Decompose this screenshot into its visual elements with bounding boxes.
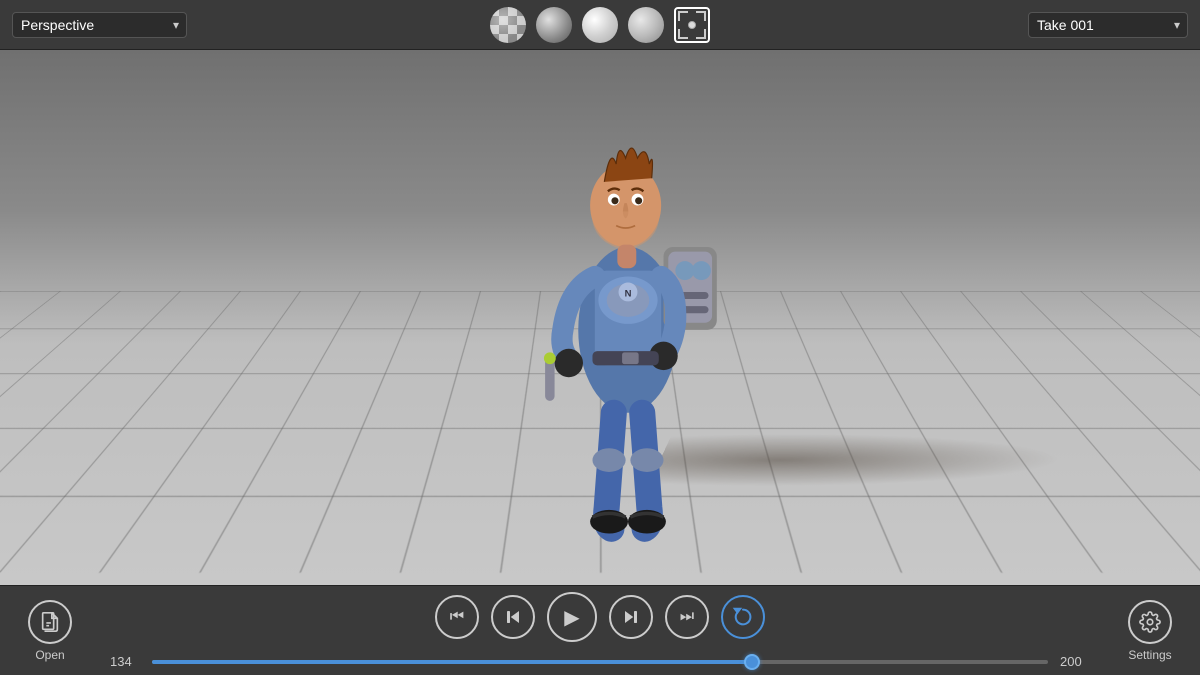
take-select-wrapper[interactable]: Take 001 Take 002 Take 003 xyxy=(1028,12,1188,38)
take-select[interactable]: Take 001 Take 002 Take 003 xyxy=(1028,12,1188,38)
open-icon xyxy=(28,600,72,644)
skip-to-start-button[interactable]: ⏮ xyxy=(435,595,479,639)
open-label: Open xyxy=(35,648,64,662)
checkerboard-sphere-btn[interactable] xyxy=(490,7,526,43)
gear-icon xyxy=(1139,611,1161,633)
settings-icon xyxy=(1128,600,1172,644)
top-toolbar: Perspective Front Back Left Right Top Bo… xyxy=(0,0,1200,50)
character-svg: N xyxy=(488,93,768,543)
character-container: N xyxy=(488,93,768,543)
timeline-track[interactable] xyxy=(152,660,1048,664)
timeline-fill xyxy=(152,660,752,664)
bottom-controls: Open ⏮ ▶ ⏭ xyxy=(0,585,1200,675)
perspective-select[interactable]: Perspective Front Back Left Right Top Bo… xyxy=(12,12,187,38)
timeline-thumb[interactable] xyxy=(744,654,760,670)
document-icon xyxy=(39,611,61,633)
svg-text:N: N xyxy=(625,288,632,299)
loop-button[interactable] xyxy=(721,595,765,639)
play-button[interactable]: ▶ xyxy=(547,592,597,642)
step-forward-frame-button[interactable] xyxy=(609,595,653,639)
settings-button[interactable]: Settings xyxy=(1120,600,1180,662)
gray-sphere-btn[interactable] xyxy=(536,7,572,43)
settings-label: Settings xyxy=(1128,648,1171,662)
open-button[interactable]: Open xyxy=(20,600,80,662)
playback-buttons: ⏮ ▶ ⏭ xyxy=(435,592,765,642)
toolbar-render-modes xyxy=(490,7,710,43)
light-sphere-btn[interactable] xyxy=(628,7,664,43)
viewport[interactable]: N xyxy=(0,50,1200,585)
skip-to-end-button[interactable]: ⏭ xyxy=(665,595,709,639)
camera-frame-btn[interactable] xyxy=(674,7,710,43)
timeline-row: 134 200 xyxy=(110,654,1090,669)
playback-area: ⏮ ▶ ⏭ xyxy=(110,592,1090,669)
white-sphere-btn[interactable] xyxy=(582,7,618,43)
timeline-end-label: 200 xyxy=(1060,654,1090,669)
step-back-button[interactable] xyxy=(491,595,535,639)
perspective-select-wrapper[interactable]: Perspective Front Back Left Right Top Bo… xyxy=(12,12,187,38)
timeline-start-label: 134 xyxy=(110,654,140,669)
